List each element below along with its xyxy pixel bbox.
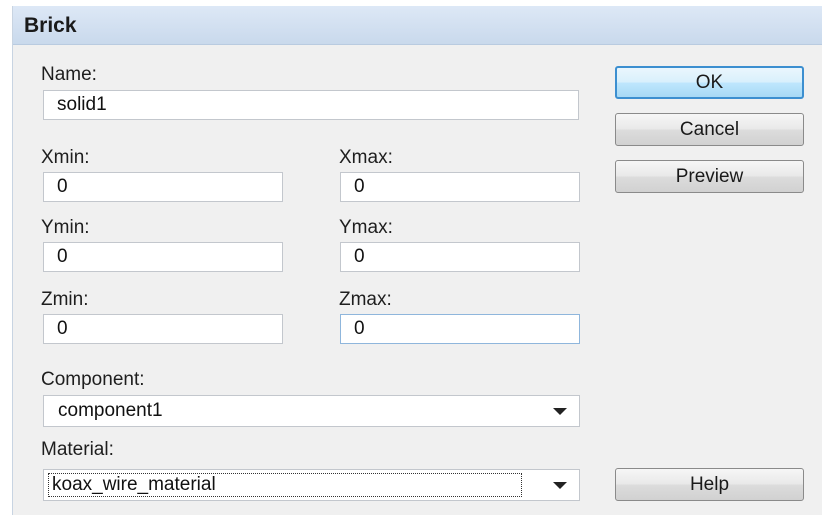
zmax-label: Zmax: bbox=[339, 289, 392, 310]
brick-dialog: Brick Name: solid1 Xmin: 0 Xmax: 0 Ymin:… bbox=[12, 6, 822, 515]
name-input[interactable]: solid1 bbox=[43, 90, 579, 120]
component-value: component1 bbox=[58, 400, 163, 421]
component-label: Component: bbox=[41, 369, 145, 390]
chevron-down-icon[interactable] bbox=[553, 482, 567, 489]
title-bar[interactable]: Brick bbox=[13, 6, 822, 45]
help-button[interactable]: Help bbox=[615, 468, 804, 501]
ok-button[interactable]: OK bbox=[615, 66, 804, 99]
name-label: Name: bbox=[41, 64, 97, 85]
xmax-label: Xmax: bbox=[339, 147, 393, 168]
material-label: Material: bbox=[41, 439, 114, 460]
zmax-input[interactable]: 0 bbox=[340, 314, 580, 344]
zmin-input[interactable]: 0 bbox=[43, 314, 283, 344]
ymin-label: Ymin: bbox=[41, 217, 90, 238]
zmin-label: Zmin: bbox=[41, 289, 89, 310]
ymin-input[interactable]: 0 bbox=[43, 242, 283, 272]
ymax-label: Ymax: bbox=[339, 217, 393, 238]
cancel-button[interactable]: Cancel bbox=[615, 113, 804, 146]
component-select[interactable]: component1 bbox=[43, 395, 580, 427]
chevron-down-icon[interactable] bbox=[553, 408, 567, 415]
material-value: koax_wire_material bbox=[48, 473, 522, 497]
xmin-input[interactable]: 0 bbox=[43, 172, 283, 202]
preview-button[interactable]: Preview bbox=[615, 160, 804, 193]
xmax-input[interactable]: 0 bbox=[340, 172, 580, 202]
dialog-title: Brick bbox=[24, 14, 77, 37]
xmin-label: Xmin: bbox=[41, 147, 90, 168]
ymax-input[interactable]: 0 bbox=[340, 242, 580, 272]
material-select[interactable]: koax_wire_material bbox=[43, 469, 580, 501]
